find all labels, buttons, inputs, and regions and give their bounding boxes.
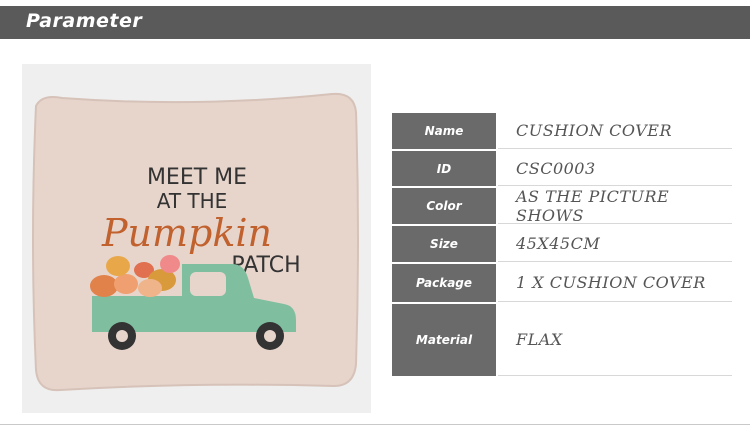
section-header: Parameter [0, 6, 750, 39]
pillow-illustration: MEET ME AT THE Pumpkin PATCH [32, 92, 359, 392]
param-value: 1 X CUSHION COVER [498, 264, 732, 302]
param-value: 45X45CM [498, 226, 732, 262]
param-value: CSC0003 [498, 151, 732, 186]
param-value: CUSHION COVER [498, 113, 732, 149]
print-line-3: Pumpkin [101, 211, 272, 255]
print-line-2: AT THE [157, 189, 228, 213]
product-image: MEET ME AT THE Pumpkin PATCH [22, 64, 371, 413]
param-label: Size [392, 226, 496, 262]
param-row-material: Material FLAX [392, 304, 732, 376]
section-title: Parameter [26, 10, 143, 32]
param-value: AS THE PICTURE SHOWS [498, 187, 732, 225]
param-row-id: ID CSC0003 [392, 151, 732, 186]
param-label: Material [392, 304, 496, 376]
param-label: Package [392, 264, 496, 302]
divider [0, 424, 750, 425]
param-value: FLAX [498, 304, 732, 376]
print-line-1: MEET ME [147, 165, 247, 190]
param-label: ID [392, 151, 496, 186]
param-row-name: Name CUSHION COVER [392, 113, 732, 149]
param-row-package: Package 1 X CUSHION COVER [392, 264, 732, 302]
param-row-size: Size 45X45CM [392, 226, 732, 262]
param-row-color: Color AS THE PICTURE SHOWS [392, 187, 732, 225]
param-label: Name [392, 113, 496, 149]
param-label: Color [392, 188, 496, 224]
